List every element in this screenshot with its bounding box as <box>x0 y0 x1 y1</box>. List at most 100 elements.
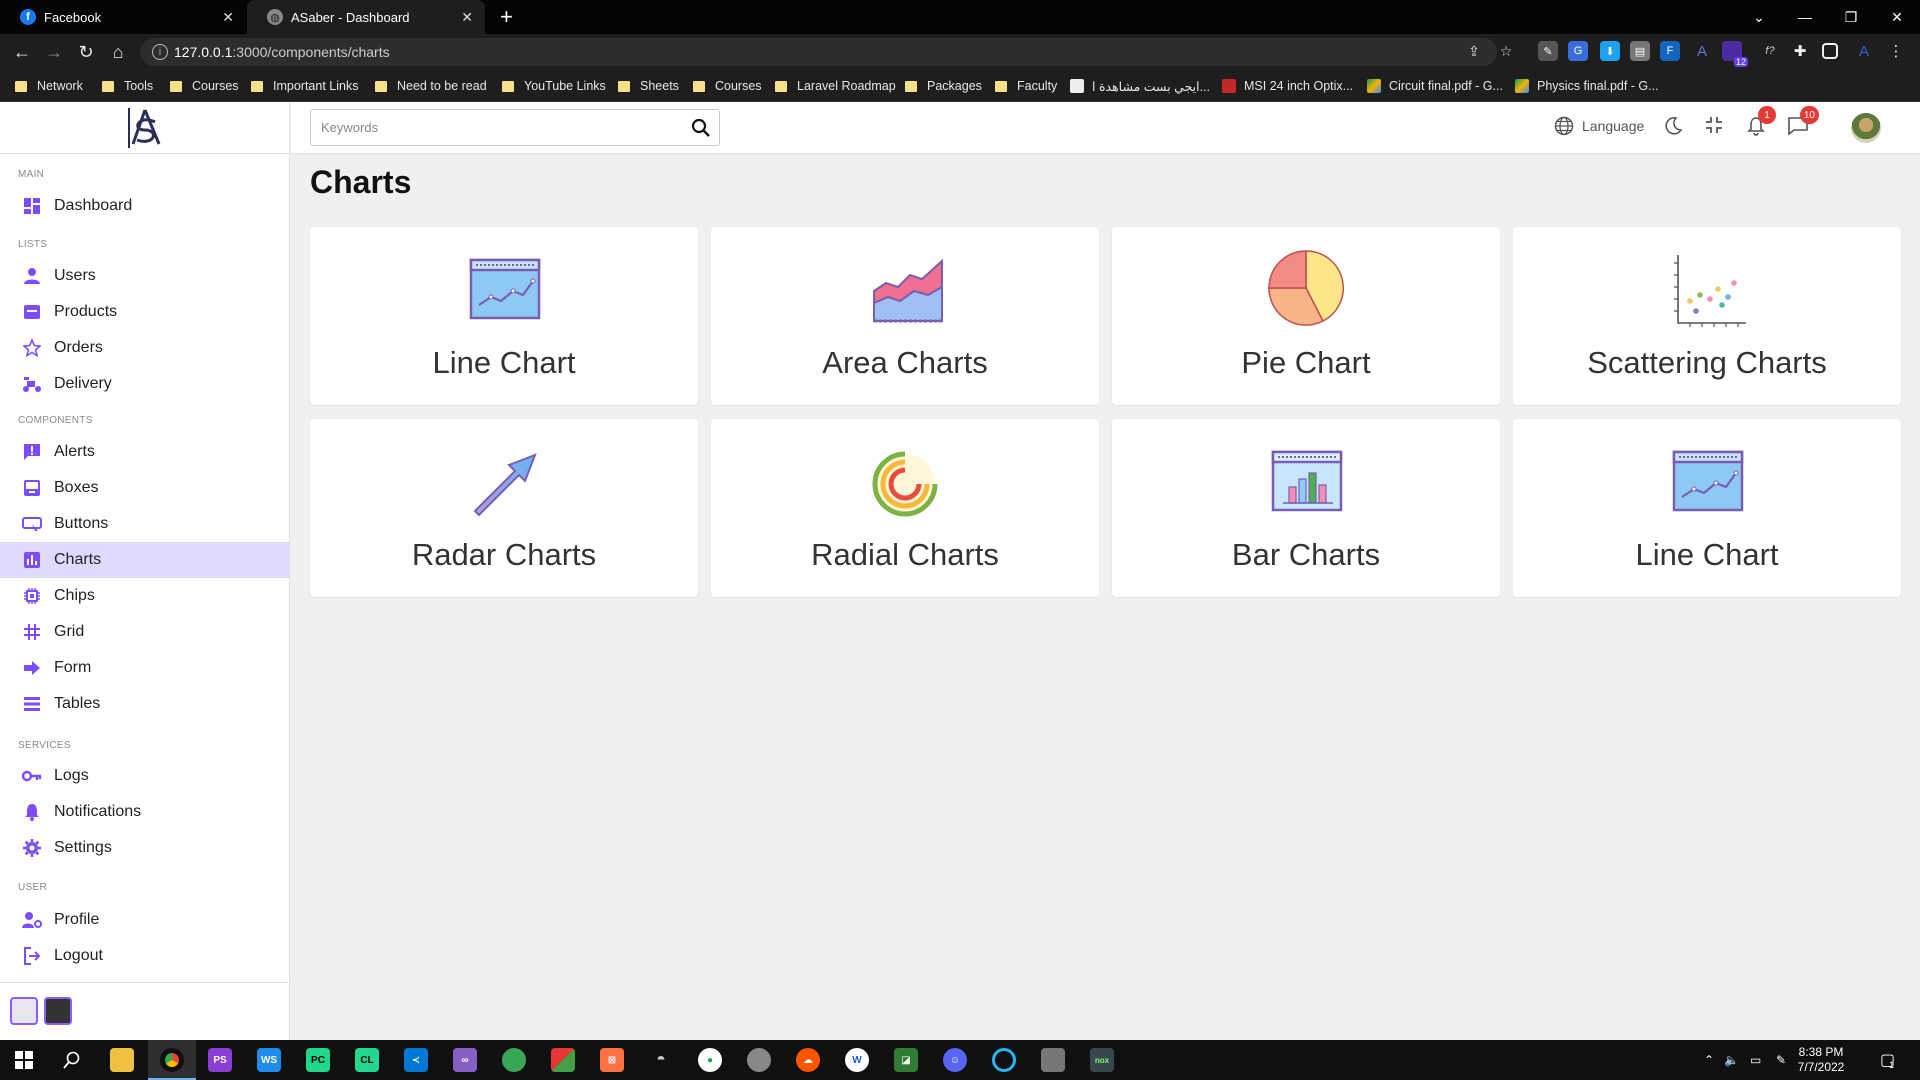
extension-icon[interactable]: A <box>1692 41 1712 61</box>
sidebar-item-boxes[interactable]: Boxes <box>0 470 290 506</box>
chart-card-line-2[interactable]: Line Chart <box>1513 419 1901 597</box>
sidebar-item-products[interactable]: Products <box>0 294 290 330</box>
webstorm-icon[interactable]: WS <box>257 1048 281 1072</box>
tray-overflow-icon[interactable]: ⌃ <box>1704 1040 1714 1080</box>
visual-studio-icon[interactable]: ∞ <box>453 1048 477 1072</box>
tab-search-icon[interactable]: ⌄ <box>1736 0 1782 34</box>
extension-icon[interactable]: 12 <box>1722 41 1748 67</box>
puzzle-icon[interactable]: ✚ <box>1790 41 1810 61</box>
network-icon[interactable]: ▭ <box>1750 1040 1761 1080</box>
home-icon[interactable]: ⌂ <box>106 40 130 64</box>
bookmark-folder[interactable]: Courses <box>170 77 239 95</box>
app-icon[interactable]: ◪ <box>894 1048 918 1072</box>
sidebar-item-buttons[interactable]: Buttons <box>0 506 290 542</box>
back-icon[interactable]: ← <box>10 40 34 64</box>
bookmark-link[interactable]: Physics final.pdf - G... <box>1515 77 1659 95</box>
extension-icon[interactable]: ✎ <box>1538 41 1558 61</box>
sidebar-item-profile[interactable]: Profile <box>0 902 290 938</box>
sidebar-item-charts[interactable]: Charts <box>0 542 290 578</box>
language-button[interactable]: Language <box>1554 116 1644 136</box>
menu-icon[interactable]: ⋮ <box>1886 41 1906 61</box>
search-icon[interactable] <box>60 1048 84 1072</box>
app-icon[interactable] <box>992 1048 1016 1072</box>
sidebar-item-dashboard[interactable]: Dashboard <box>0 188 290 224</box>
bookmark-folder[interactable]: YouTube Links <box>502 77 606 95</box>
app-icon[interactable] <box>747 1048 771 1072</box>
forward-icon[interactable]: → <box>42 40 66 64</box>
nox-icon[interactable]: nox <box>1090 1048 1114 1072</box>
address-bar[interactable]: i 127.0.0.1 :3000/components/charts <box>140 38 1497 66</box>
sidepanel-icon[interactable] <box>1822 43 1838 59</box>
sidebar-item-form[interactable]: Form <box>0 650 290 686</box>
extension-icon[interactable]: ⬇ <box>1600 41 1620 61</box>
fullscreen-exit-button[interactable] <box>1705 116 1723 134</box>
new-tab-button[interactable]: + <box>500 4 513 30</box>
bookmark-folder[interactable]: Faculty <box>995 77 1057 95</box>
bookmark-folder[interactable]: Need to be read <box>375 77 487 95</box>
phpstorm-icon[interactable]: PS <box>208 1048 232 1072</box>
bookmark-folder[interactable]: Important Links <box>251 77 358 95</box>
bookmark-folder[interactable]: Laravel Roadmap <box>775 77 896 95</box>
browser-tab-facebook[interactable]: f Facebook ✕ <box>0 0 246 34</box>
clion-icon[interactable]: CL <box>355 1048 379 1072</box>
chart-card-line[interactable]: Line Chart <box>310 227 698 405</box>
sidebar-item-chips[interactable]: Chips <box>0 578 290 614</box>
discord-icon[interactable]: ☺ <box>943 1048 967 1072</box>
bookmark-link[interactable]: ايجي بست مشاهدة ا... <box>1070 77 1210 95</box>
chart-card-area[interactable]: Area Charts <box>711 227 1099 405</box>
bookmark-folder[interactable]: Courses <box>693 77 762 95</box>
messages-button[interactable]: 10 <box>1787 106 1819 136</box>
close-window-button[interactable]: ✕ <box>1874 0 1920 34</box>
xampp-icon[interactable]: ⊠ <box>600 1048 624 1072</box>
dark-theme-button[interactable] <box>44 997 72 1025</box>
chart-card-pie[interactable]: Pie Chart <box>1112 227 1500 405</box>
search-icon[interactable] <box>691 118 711 143</box>
search-input[interactable] <box>311 110 671 145</box>
system-clock[interactable]: 8:38 PM 7/7/2022 <box>1791 1045 1851 1075</box>
bookmark-folder[interactable]: Packages <box>905 77 982 95</box>
chart-card-scatter[interactable]: Scattering Charts <box>1513 227 1901 405</box>
reload-icon[interactable]: ↻ <box>74 40 98 64</box>
mongodb-icon[interactable]: ● <box>698 1048 722 1072</box>
bookmark-folder[interactable]: Tools <box>102 77 153 95</box>
vpn-icon[interactable]: ◓ <box>649 1048 673 1072</box>
bookmark-star-icon[interactable]: ☆ <box>1495 40 1517 62</box>
extension-icon[interactable]: ▤ <box>1630 41 1650 61</box>
minimize-button[interactable]: — <box>1782 0 1828 34</box>
winrar-icon[interactable] <box>551 1048 575 1072</box>
extension-icon[interactable]: F <box>1660 41 1680 61</box>
word-icon[interactable]: W <box>845 1048 869 1072</box>
sidebar-item-logs[interactable]: Logs <box>0 758 290 794</box>
browser-tab-dashboard[interactable]: ◍ ASaber - Dashboard ✕ <box>247 0 485 34</box>
restore-button[interactable]: ❐ <box>1828 0 1874 34</box>
chart-card-bar[interactable]: Bar Charts <box>1112 419 1500 597</box>
notifications-button[interactable]: 1 <box>1746 106 1776 136</box>
light-theme-button[interactable] <box>10 997 38 1025</box>
sidebar-item-orders[interactable]: Orders <box>0 330 290 366</box>
avatar[interactable] <box>1851 113 1881 143</box>
sidebar-item-tables[interactable]: Tables <box>0 686 290 722</box>
bookmark-link[interactable]: Circuit final.pdf - G... <box>1367 77 1503 95</box>
chart-card-radial[interactable]: Radial Charts <box>711 419 1099 597</box>
close-tab-icon[interactable]: ✕ <box>461 9 473 26</box>
sidebar-item-alerts[interactable]: Alerts <box>0 434 290 470</box>
site-info-icon[interactable]: i <box>152 44 168 60</box>
pen-icon[interactable]: ✎ <box>1776 1040 1786 1080</box>
bookmark-folder[interactable]: Network <box>15 77 83 95</box>
sidebar-item-delivery[interactable]: Delivery <box>0 366 290 402</box>
chrome-icon[interactable] <box>160 1048 184 1072</box>
chart-card-radar[interactable]: Radar Charts <box>310 419 698 597</box>
bookmark-link[interactable]: MSI 24 inch Optix... <box>1222 77 1353 95</box>
app-icon[interactable] <box>1041 1048 1065 1072</box>
sidebar-item-logout[interactable]: Logout <box>0 938 290 974</box>
vscode-icon[interactable]: ≺ <box>404 1048 428 1072</box>
soundcloud-icon[interactable]: ☁ <box>796 1048 820 1072</box>
pycharm-icon[interactable]: PC <box>306 1048 330 1072</box>
share-icon[interactable]: ⇪ <box>1463 40 1485 62</box>
sidebar-item-settings[interactable]: Settings <box>0 830 290 866</box>
sidebar-item-grid[interactable]: Grid <box>0 614 290 650</box>
sidebar-item-users[interactable]: Users <box>0 258 290 294</box>
globe-app-icon[interactable] <box>502 1048 526 1072</box>
translate-extension-icon[interactable]: G <box>1568 41 1588 61</box>
close-tab-icon[interactable]: ✕ <box>222 9 234 26</box>
